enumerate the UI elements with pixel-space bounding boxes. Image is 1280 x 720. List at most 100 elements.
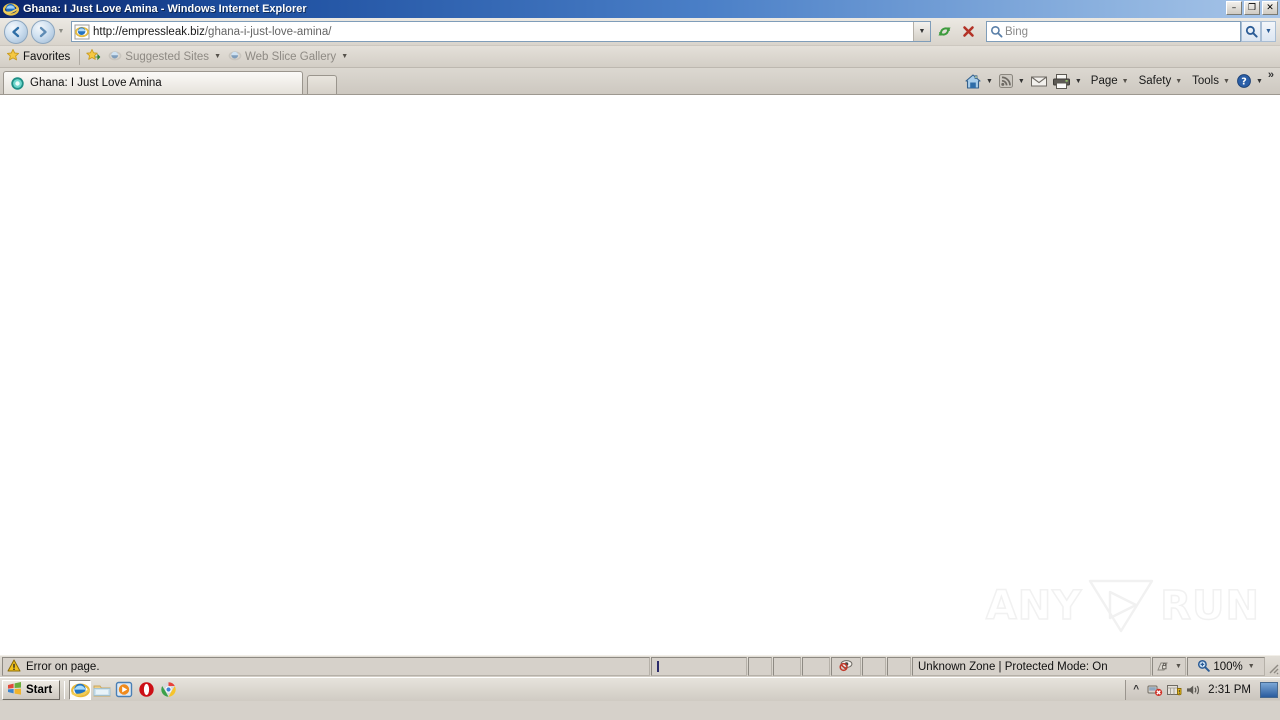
ie-small-icon <box>108 49 122 65</box>
chevron-down-icon[interactable]: ▼ <box>1175 663 1182 670</box>
resize-grip[interactable] <box>1266 657 1280 676</box>
print-dropdown-icon[interactable]: ▼ <box>1073 78 1085 85</box>
star-icon <box>6 48 20 65</box>
minimize-button[interactable]: – <box>1226 1 1242 15</box>
tools-menu-button[interactable]: Tools ▼ <box>1186 70 1234 92</box>
ie-page-icon <box>74 24 90 40</box>
help-button[interactable]: ? <box>1234 70 1254 92</box>
show-desktop-button[interactable] <box>1260 681 1278 698</box>
status-blank-cell-1 <box>748 657 772 676</box>
start-button[interactable]: Start <box>2 679 61 700</box>
help-dropdown-icon[interactable]: ▼ <box>1254 78 1266 85</box>
windows-taskbar: Start ^ 2:31 PM <box>0 677 1280 701</box>
tab-ghana-i-just-love-amina[interactable]: Ghana: I Just Love Amina <box>3 71 303 94</box>
quick-launch-separator <box>64 680 66 699</box>
read-mail-button[interactable] <box>1028 70 1050 92</box>
search-box[interactable]: Bing <box>986 21 1241 42</box>
status-blank-cell-2 <box>773 657 801 676</box>
command-bar-overflow-button[interactable]: » <box>1266 69 1277 81</box>
taskbar-windows-explorer[interactable] <box>91 680 113 700</box>
security-alert-icon[interactable] <box>1166 682 1182 698</box>
status-security-zone-cell[interactable]: Unknown Zone | Protected Mode: On <box>912 657 1151 676</box>
home-button[interactable] <box>962 70 984 92</box>
address-dropdown-icon[interactable]: ▼ <box>913 22 930 41</box>
search-go-button[interactable] <box>1241 21 1261 42</box>
chevron-down-icon[interactable]: ▼ <box>341 53 348 60</box>
tools-menu-label: Tools <box>1192 75 1219 87</box>
taskbar-media-player[interactable] <box>113 680 135 700</box>
status-zoom-cell[interactable]: 100% ▼ <box>1187 657 1265 676</box>
web-slice-gallery-button[interactable]: Web Slice Gallery ▼ <box>226 47 353 66</box>
svg-text:?: ? <box>1241 77 1247 88</box>
chevron-down-icon: ▼ <box>1175 77 1183 85</box>
status-bar: Error on page. Unknown Zone | Protected … <box>0 655 1280 677</box>
status-zone-text: Unknown Zone | Protected Mode: On <box>918 660 1108 673</box>
favorites-bar: Favorites Suggested Sites ▼ Web Slice Ga… <box>0 46 1280 68</box>
feeds-button[interactable] <box>996 70 1016 92</box>
windows-flag-icon <box>6 681 23 699</box>
page-menu-button[interactable]: Page ▼ <box>1085 70 1133 92</box>
network-disconnected-icon[interactable] <box>1147 682 1163 698</box>
address-url-text[interactable]: http://empressleak.biz/ghana-i-just-love… <box>93 26 913 38</box>
lock-icon <box>1156 659 1171 675</box>
status-progress-cell <box>651 657 747 676</box>
system-tray: ^ 2:31 PM <box>1125 679 1280 700</box>
url-path: /ghana-i-just-love-amina/ <box>204 25 332 38</box>
chevron-down-icon: ▼ <box>1121 77 1129 85</box>
search-options-dropdown[interactable]: ▼ <box>1261 21 1276 42</box>
close-button[interactable]: ✕ <box>1262 1 1278 15</box>
window-title-bar: Ghana: I Just Love Amina - Windows Inter… <box>0 0 1280 18</box>
volume-icon[interactable] <box>1185 682 1201 698</box>
maximize-restore-button[interactable]: ❐ <box>1244 1 1260 15</box>
chevron-down-icon[interactable]: ▼ <box>214 53 221 60</box>
status-blank-cell-5 <box>887 657 911 676</box>
site-favicon <box>10 76 25 91</box>
feeds-dropdown-icon[interactable]: ▼ <box>1016 78 1028 85</box>
clock-time[interactable]: 2:31 PM <box>1204 684 1255 696</box>
page-menu-label: Page <box>1090 75 1118 87</box>
chevron-down-icon[interactable]: ▼ <box>1248 663 1255 670</box>
text-cursor-icon <box>657 661 659 672</box>
status-error-text: Error on page. <box>26 660 100 673</box>
status-popup-blocker-cell[interactable] <box>831 657 861 676</box>
status-protected-mode-cell[interactable]: ▼ <box>1152 657 1186 676</box>
stop-button[interactable] <box>957 21 979 43</box>
star-plus-icon <box>86 48 101 65</box>
tab-label: Ghana: I Just Love Amina <box>30 77 162 89</box>
navigation-toolbar: ▼ http://empressleak.biz/ghana-i-just-lo… <box>0 18 1280 46</box>
start-label: Start <box>26 683 53 696</box>
recent-pages-dropdown-icon[interactable]: ▼ <box>55 22 67 42</box>
taskbar-opera-browser[interactable] <box>135 680 157 700</box>
favorites-label: Favorites <box>23 50 71 63</box>
command-bar: ▼ ▼ ▼ Page ▼ Safety ▼ Tools ▼ ? ▼ » <box>962 69 1277 93</box>
zoom-level-label: 100% <box>1213 660 1243 673</box>
page-content-area[interactable]: ANY RUN <box>0 94 1280 655</box>
search-icon <box>987 25 1005 38</box>
watermark-text-right: RUN <box>1159 582 1260 630</box>
taskbar-internet-explorer[interactable] <box>69 679 92 700</box>
url-domain: http://empressleak.biz <box>93 25 205 38</box>
suggested-sites-label: Suggested Sites <box>125 50 210 63</box>
suggested-sites-button[interactable]: Suggested Sites ▼ <box>106 47 226 66</box>
popup-blocked-icon <box>838 658 854 675</box>
status-blank-cell-3 <box>802 657 830 676</box>
tray-expand-button[interactable]: ^ <box>1128 682 1144 698</box>
window-title: Ghana: I Just Love Amina - Windows Inter… <box>23 3 307 15</box>
anyrun-watermark: ANY RUN <box>985 575 1260 637</box>
back-button[interactable] <box>4 19 28 44</box>
new-tab-button[interactable] <box>307 75 337 94</box>
home-dropdown-icon[interactable]: ▼ <box>984 78 996 85</box>
taskbar-google-chrome[interactable] <box>157 680 179 700</box>
favorites-button[interactable]: Favorites <box>4 47 75 66</box>
address-bar[interactable]: http://empressleak.biz/ghana-i-just-love… <box>71 21 931 42</box>
add-to-favorites-bar-button[interactable] <box>84 47 106 66</box>
warning-triangle-icon <box>7 659 21 675</box>
safety-menu-button[interactable]: Safety ▼ <box>1133 70 1187 92</box>
print-button[interactable] <box>1050 70 1073 92</box>
zoom-in-icon <box>1197 659 1211 675</box>
refresh-button[interactable] <box>933 21 955 43</box>
forward-button[interactable] <box>31 19 55 44</box>
tab-bar: Ghana: I Just Love Amina ▼ ▼ ▼ Page ▼ Sa… <box>0 68 1280 94</box>
search-input[interactable]: Bing <box>1005 26 1028 38</box>
status-error-cell[interactable]: Error on page. <box>2 657 650 676</box>
